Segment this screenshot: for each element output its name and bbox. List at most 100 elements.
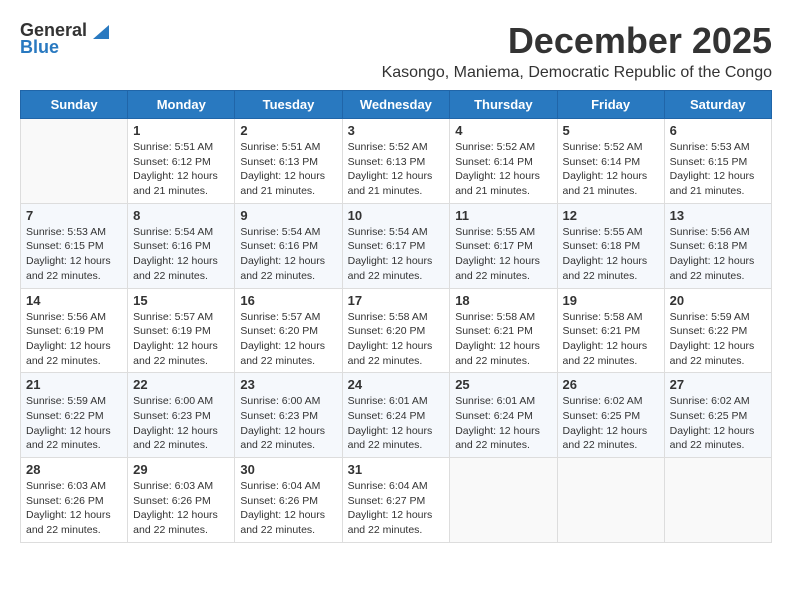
calendar-cell: 15Sunrise: 5:57 AMSunset: 6:19 PMDayligh… <box>128 288 235 373</box>
cell-info-text: and 22 minutes. <box>563 438 659 453</box>
cell-info-text: Sunrise: 6:00 AM <box>240 394 336 409</box>
cell-info-text: and 22 minutes. <box>240 438 336 453</box>
calendar-week-row: 14Sunrise: 5:56 AMSunset: 6:19 PMDayligh… <box>21 288 772 373</box>
cell-info-text: Sunset: 6:24 PM <box>348 409 445 424</box>
calendar-cell: 11Sunrise: 5:55 AMSunset: 6:17 PMDayligh… <box>450 203 557 288</box>
cell-info-text: Sunrise: 6:04 AM <box>240 479 336 494</box>
cell-info-text: Sunrise: 5:56 AM <box>670 225 766 240</box>
calendar-cell: 9Sunrise: 5:54 AMSunset: 6:16 PMDaylight… <box>235 203 342 288</box>
cell-info-text: Daylight: 12 hours <box>348 254 445 269</box>
cell-info-text: Sunset: 6:23 PM <box>133 409 229 424</box>
title-area: December 2025 Kasongo, Maniema, Democrat… <box>382 20 772 82</box>
cell-info-text: Sunset: 6:16 PM <box>240 239 336 254</box>
day-number: 7 <box>26 208 122 223</box>
calendar-cell: 7Sunrise: 5:53 AMSunset: 6:15 PMDaylight… <box>21 203 128 288</box>
cell-info-text: Daylight: 12 hours <box>26 339 122 354</box>
cell-info-text: Sunset: 6:26 PM <box>133 494 229 509</box>
calendar-cell: 14 Sunrise: 5:56 AMSunset: 6:19 PMDayligh… <box>21 288 128 373</box>
cell-info-text: and 22 minutes. <box>563 269 659 284</box>
cell-info-text: and 22 minutes. <box>240 269 336 284</box>
day-number: 26 <box>563 377 659 392</box>
cell-info-text: Daylight: 12 hours <box>133 169 229 184</box>
cell-info-text: Daylight: 12 hours <box>240 424 336 439</box>
day-header-thursday: Thursday <box>450 91 557 119</box>
cell-info-text: Daylight: 12 hours <box>133 339 229 354</box>
cell-info-text: and 22 minutes. <box>348 354 445 369</box>
calendar-cell: 13Sunrise: 5:56 AMSunset: 6:18 PMDayligh… <box>664 203 771 288</box>
cell-info-text: Sunset: 6:22 PM <box>26 409 122 424</box>
cell-info-text: Daylight: 12 hours <box>563 254 659 269</box>
calendar-cell: 5Sunrise: 5:52 AMSunset: 6:14 PMDaylight… <box>557 119 664 204</box>
day-number: 5 <box>563 123 659 138</box>
day-number: 24 <box>348 377 445 392</box>
calendar-cell: 1Sunrise: 5:51 AMSunset: 6:12 PMDaylight… <box>128 119 235 204</box>
cell-info-text: Sunset: 6:20 PM <box>240 324 336 339</box>
cell-info-text: Sunrise: 5:58 AM <box>455 310 551 325</box>
cell-info-text: Daylight: 12 hours <box>26 508 122 523</box>
cell-info-text: Sunrise: 5:55 AM <box>455 225 551 240</box>
cell-info-text: Sunrise: 5:52 AM <box>348 140 445 155</box>
day-number: 22 <box>133 377 229 392</box>
cell-info-text: Sunrise: 5:56 AM <box>26 310 122 325</box>
cell-info-text: and 22 minutes. <box>670 354 766 369</box>
cell-info-text: Sunrise: 6:00 AM <box>133 394 229 409</box>
cell-info-text: and 21 minutes. <box>670 184 766 199</box>
calendar-cell <box>21 119 128 204</box>
cell-info-text: Sunrise: 5:54 AM <box>133 225 229 240</box>
cell-info-text: Sunrise: 5:54 AM <box>240 225 336 240</box>
cell-info-text: Sunset: 6:21 PM <box>563 324 659 339</box>
calendar-cell: 20Sunrise: 5:59 AMSunset: 6:22 PMDayligh… <box>664 288 771 373</box>
cell-info-text: Sunset: 6:26 PM <box>26 494 122 509</box>
cell-info-text: Sunset: 6:17 PM <box>348 239 445 254</box>
cell-info-text: Sunrise: 6:01 AM <box>348 394 445 409</box>
cell-info-text: Daylight: 12 hours <box>26 254 122 269</box>
logo-arrow-icon <box>89 21 109 39</box>
cell-info-text: and 21 minutes. <box>133 184 229 199</box>
cell-info-text: Daylight: 12 hours <box>240 508 336 523</box>
cell-info-text: Sunrise: 6:03 AM <box>26 479 122 494</box>
calendar-cell: 16Sunrise: 5:57 AMSunset: 6:20 PMDayligh… <box>235 288 342 373</box>
cell-info-text: Daylight: 12 hours <box>563 339 659 354</box>
day-header-sunday: Sunday <box>21 91 128 119</box>
day-number: 14 <box>26 293 122 308</box>
cell-info-text: and 21 minutes. <box>455 184 551 199</box>
day-number: 25 <box>455 377 551 392</box>
day-header-friday: Friday <box>557 91 664 119</box>
day-number: 2 <box>240 123 336 138</box>
calendar-cell <box>450 458 557 543</box>
cell-info-text: Sunset: 6:18 PM <box>563 239 659 254</box>
cell-info-text: Daylight: 12 hours <box>670 424 766 439</box>
cell-info-text: and 22 minutes. <box>670 438 766 453</box>
cell-info-text: Sunrise: 5:55 AM <box>563 225 659 240</box>
cell-info-text: Sunset: 6:19 PM <box>26 324 122 339</box>
calendar-cell: 6Sunrise: 5:53 AMSunset: 6:15 PMDaylight… <box>664 119 771 204</box>
day-number: 21 <box>26 377 122 392</box>
day-number: 19 <box>563 293 659 308</box>
cell-info-text: Sunset: 6:20 PM <box>348 324 445 339</box>
page-header: General Blue December 2025 Kasongo, Mani… <box>20 20 772 82</box>
calendar-cell: 31Sunrise: 6:04 AMSunset: 6:27 PMDayligh… <box>342 458 450 543</box>
cell-info-text: Daylight: 12 hours <box>348 424 445 439</box>
cell-info-text: Sunset: 6:21 PM <box>455 324 551 339</box>
cell-info-text: Sunset: 6:19 PM <box>133 324 229 339</box>
calendar-cell: 10Sunrise: 5:54 AMSunset: 6:17 PMDayligh… <box>342 203 450 288</box>
cell-info-text: Sunset: 6:24 PM <box>455 409 551 424</box>
day-number: 3 <box>348 123 445 138</box>
day-number: 17 <box>348 293 445 308</box>
calendar-cell: 4Sunrise: 5:52 AMSunset: 6:14 PMDaylight… <box>450 119 557 204</box>
cell-info-text: Sunset: 6:27 PM <box>348 494 445 509</box>
day-number: 28 <box>26 462 122 477</box>
calendar-header-row: SundayMondayTuesdayWednesdayThursdayFrid… <box>21 91 772 119</box>
calendar-cell: 18Sunrise: 5:58 AMSunset: 6:21 PMDayligh… <box>450 288 557 373</box>
cell-info-text: Sunrise: 5:52 AM <box>455 140 551 155</box>
cell-info-text: Sunrise: 5:59 AM <box>670 310 766 325</box>
cell-info-text: and 22 minutes. <box>348 523 445 538</box>
cell-info-text: Sunset: 6:23 PM <box>240 409 336 424</box>
cell-info-text: Daylight: 12 hours <box>563 169 659 184</box>
calendar-cell <box>557 458 664 543</box>
cell-info-text: Sunrise: 5:57 AM <box>240 310 336 325</box>
calendar-cell: 28 Sunrise: 6:03 AMSunset: 6:26 PMDayligh… <box>21 458 128 543</box>
calendar-cell: 17Sunrise: 5:58 AMSunset: 6:20 PMDayligh… <box>342 288 450 373</box>
calendar-cell: 30Sunrise: 6:04 AMSunset: 6:26 PMDayligh… <box>235 458 342 543</box>
cell-info-text: Sunset: 6:14 PM <box>455 155 551 170</box>
